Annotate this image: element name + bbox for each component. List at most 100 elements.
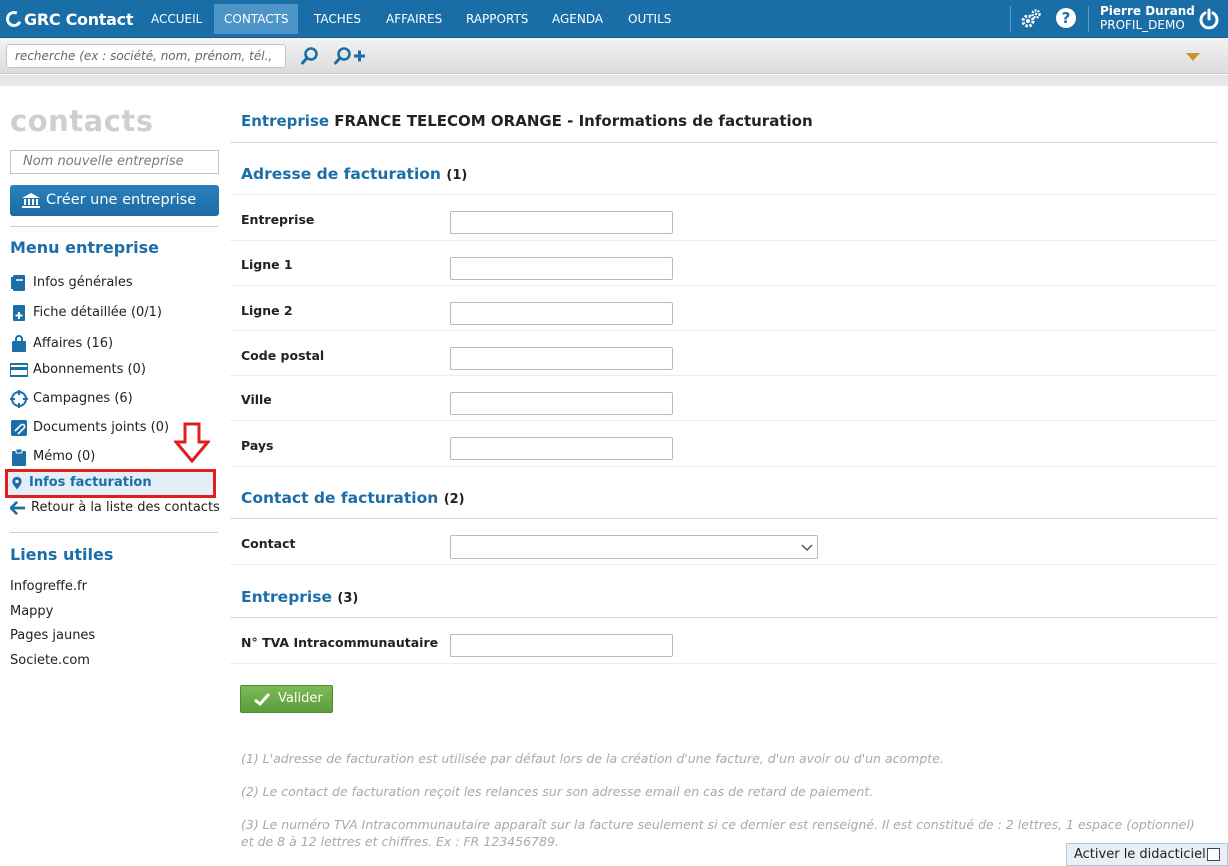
sidebar-item-abonnements[interactable]: Abonnements (0): [10, 359, 146, 381]
app-logo[interactable]: GRC Contact: [3, 8, 134, 30]
ligne2-field[interactable]: [450, 302, 673, 325]
sidebar-item-documents-joints[interactable]: Documents joints (0): [10, 417, 169, 439]
ligne1-field[interactable]: [450, 257, 673, 280]
sidebar-item-infos-facturation[interactable]: Infos facturation: [10, 472, 152, 494]
field-label-tva: N° TVA Intracommunautaire: [241, 635, 439, 650]
sidebar: contacts Nom nouvelle entreprise Créer u…: [0, 86, 230, 866]
check-icon: [254, 693, 270, 706]
nav-item-accueil[interactable]: ACCUEIL: [141, 0, 212, 38]
create-company-label: Créer une entreprise: [46, 192, 197, 208]
header-band: [0, 75, 1228, 86]
section-title-billing-contact: Contact de facturation (2): [241, 489, 465, 507]
footnote-1: (1) L'adresse de facturation est utilisé…: [241, 751, 944, 766]
create-company-button[interactable]: Créer une entreprise: [10, 185, 219, 216]
sidebar-item-affaires[interactable]: Affaires (16): [10, 333, 113, 355]
sidebar-item-campagnes[interactable]: Campagnes (6): [10, 388, 133, 410]
top-navigation-bar: GRC Contact ACCUEIL CONTACTS TACHES AFFA…: [0, 0, 1228, 38]
divider: [230, 564, 1218, 565]
target-icon: [10, 390, 28, 408]
sidebar-item-label: Campagnes (6): [33, 391, 133, 406]
divider: [230, 330, 1218, 331]
divider: [230, 375, 1218, 376]
divider: [10, 226, 218, 227]
pays-field[interactable]: [450, 437, 673, 460]
sidebar-item-retour-liste[interactable]: Retour à la liste des contacts: [10, 497, 220, 519]
sidebar-item-label: Infos générales: [33, 275, 133, 290]
page-title: Entreprise FRANCE TELECOM ORANGE - Infor…: [241, 112, 813, 130]
menu-heading: Menu entreprise: [10, 238, 159, 257]
divider: [230, 194, 1218, 195]
clipboard-icon: [12, 448, 26, 466]
section-title-entreprise: Entreprise (3): [241, 588, 358, 606]
nav-item-outils[interactable]: OUTILS: [618, 0, 681, 38]
link-mappy[interactable]: Mappy: [10, 604, 53, 619]
field-label-ligne2: Ligne 2: [241, 303, 293, 318]
nav-item-taches[interactable]: TACHES: [304, 0, 371, 38]
sidebar-item-label: Affaires (16): [33, 336, 114, 351]
document-icon: [11, 275, 25, 291]
nav-item-rapports[interactable]: RAPPORTS: [456, 0, 538, 38]
help-icon[interactable]: ?: [1056, 8, 1076, 28]
tva-field[interactable]: [450, 634, 673, 657]
sidebar-item-infos-generales[interactable]: Infos générales: [10, 272, 133, 294]
logo-text: GRC Contact: [24, 9, 134, 29]
nav-item-contacts[interactable]: CONTACTS: [214, 4, 298, 34]
section-title-text: Contact de facturation: [241, 489, 439, 507]
tutorial-toggle[interactable]: Activer le didacticiel: [1066, 843, 1228, 866]
field-label-entreprise: Entreprise: [241, 212, 315, 227]
arrow-left-icon: [10, 500, 26, 516]
link-pages-jaunes[interactable]: Pages jaunes: [10, 628, 95, 643]
valider-button[interactable]: Valider: [240, 685, 333, 713]
link-infogreffe[interactable]: Infogreffe.fr: [10, 579, 87, 594]
user-name: Pierre Durand: [1100, 4, 1195, 18]
divider: [230, 518, 1218, 519]
chevron-down-icon: [801, 544, 813, 552]
footnote-2: (2) Le contact de facturation reçoit les…: [241, 784, 874, 799]
dropdown-triangle-icon[interactable]: [1186, 53, 1200, 61]
settings-gears-icon[interactable]: [1020, 8, 1042, 30]
power-icon[interactable]: [1198, 8, 1220, 30]
search-icon[interactable]: [300, 46, 320, 66]
search-bar: recherche (ex : société, nom, prénom, té…: [0, 38, 1228, 85]
field-label-ville: Ville: [241, 392, 272, 407]
new-company-input[interactable]: Nom nouvelle entreprise: [10, 150, 219, 174]
field-label-pays: Pays: [241, 438, 274, 453]
link-societe[interactable]: Societe.com: [10, 653, 90, 668]
tutorial-label: Activer le didacticiel: [1074, 847, 1206, 862]
ville-field[interactable]: [450, 392, 673, 415]
field-label-code-postal: Code postal: [241, 348, 325, 363]
sidebar-item-label: Mémo (0): [33, 449, 96, 464]
sidebar-title: contacts: [10, 104, 154, 138]
section-title-text: Adresse de facturation: [241, 165, 441, 183]
sidebar-item-label: Retour à la liste des contacts: [31, 500, 220, 515]
section-note-ref: (1): [446, 168, 468, 183]
field-label-contact: Contact: [241, 536, 296, 551]
user-profile: PROFIL_DEMO: [1100, 18, 1185, 32]
nav-item-affaires[interactable]: AFFAIRES: [376, 0, 452, 38]
divider: [10, 532, 218, 533]
section-note-ref: (2): [443, 492, 465, 507]
code-postal-field[interactable]: [450, 347, 673, 370]
contact-select[interactable]: [450, 535, 818, 559]
main-content: Entreprise FRANCE TELECOM ORANGE - Infor…: [230, 86, 1228, 866]
sidebar-item-label: Abonnements (0): [33, 362, 146, 377]
sidebar-item-fiche-detaillee[interactable]: Fiche détaillée (0/1): [10, 302, 162, 324]
divider: [230, 285, 1218, 286]
page-title-company: FRANCE TELECOM ORANGE - Informations de …: [334, 112, 813, 130]
tutorial-checkbox[interactable]: [1207, 848, 1220, 861]
section-title-billing-address: Adresse de facturation (1): [241, 165, 467, 183]
nav-item-agenda[interactable]: AGENDA: [542, 0, 613, 38]
paperclip-icon: [11, 420, 27, 436]
section-title-text: Entreprise: [241, 588, 332, 606]
logo-mark-icon: [3, 8, 25, 30]
footnote-3: (3) Le numéro TVA Intracommunautaire app…: [241, 817, 1195, 849]
sidebar-item-label: Fiche détaillée (0/1): [33, 305, 163, 320]
field-label-ligne1: Ligne 1: [241, 257, 293, 272]
valider-label: Valider: [278, 691, 323, 706]
add-contact-icon[interactable]: [334, 46, 368, 66]
search-input[interactable]: recherche (ex : société, nom, prénom, té…: [6, 44, 286, 85]
entreprise-field[interactable]: [450, 211, 673, 234]
arrow-down-icon: [174, 422, 210, 464]
sidebar-item-memo[interactable]: Mémo (0): [10, 446, 95, 468]
user-info[interactable]: Pierre Durand PROFIL_DEMO: [1100, 4, 1195, 42]
